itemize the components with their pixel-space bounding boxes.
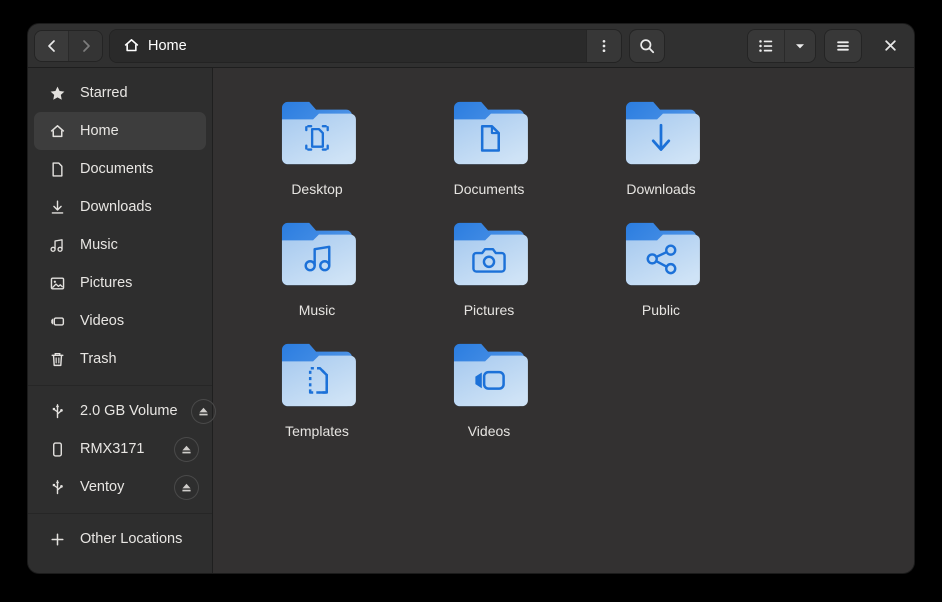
plus-icon (48, 530, 66, 548)
file-name-label: Templates (285, 423, 349, 439)
main-menu-button[interactable] (825, 30, 861, 62)
video-emblem (450, 340, 528, 412)
file-name-label: Pictures (464, 302, 515, 318)
hamburger-menu-icon (834, 37, 852, 55)
view-mode-group (748, 30, 815, 62)
sidebar-separator (28, 385, 212, 386)
sidebar-item-label: Other Locations (80, 531, 206, 547)
music-icon (48, 236, 66, 254)
file-name-label: Downloads (626, 181, 695, 197)
sidebar-item-ventoy[interactable]: Ventoy (34, 468, 206, 506)
file-name-label: Documents (454, 181, 525, 197)
file-manager-window: Home (28, 24, 914, 573)
usb-drive-icon (48, 402, 66, 420)
sidebar-item-label: Documents (80, 161, 206, 177)
forward-button[interactable] (68, 31, 102, 61)
file-item-desktop[interactable]: Desktop (231, 90, 403, 211)
file-name-label: Public (642, 302, 680, 318)
sidebar-item-rmx3171[interactable]: RMX3171 (34, 430, 206, 468)
search-button[interactable] (630, 30, 664, 62)
home-icon (48, 122, 66, 140)
sidebar-item-label: Music (80, 237, 206, 253)
window-body: Starred Home Documents (28, 68, 914, 573)
list-view-button[interactable] (748, 30, 784, 62)
header-bar: Home (28, 24, 914, 68)
file-item-videos[interactable]: Videos (403, 332, 575, 453)
chevron-right-icon (78, 38, 94, 54)
list-view-icon (757, 37, 775, 55)
sidebar-item-trash[interactable]: Trash (34, 340, 206, 378)
file-item-downloads[interactable]: Downloads (575, 90, 747, 211)
search-icon (638, 37, 656, 55)
sidebar-item-label: Ventoy (80, 479, 161, 495)
view-mode-dropdown-button[interactable] (784, 30, 815, 62)
eject-icon (197, 405, 210, 418)
image-icon (48, 274, 66, 292)
sidebar-item-label: RMX3171 (80, 441, 161, 457)
sidebar-item-music[interactable]: Music (34, 226, 206, 264)
sidebar-item-label: Downloads (80, 199, 206, 215)
path-bar: Home (110, 30, 621, 62)
sidebar-item-other-locations[interactable]: Other Locations (34, 520, 206, 558)
sidebar-item-documents[interactable]: Documents (34, 150, 206, 188)
eject-button[interactable] (175, 476, 198, 499)
share-emblem (622, 219, 700, 291)
back-button[interactable] (35, 31, 68, 61)
download-icon (48, 198, 66, 216)
chevron-down-icon (793, 39, 807, 53)
usb-drive-icon (48, 478, 66, 496)
home-icon (123, 37, 140, 54)
file-name-label: Videos (468, 423, 511, 439)
sidebar-item-label: 2.0 GB Volume (80, 403, 178, 419)
eject-icon (180, 443, 193, 456)
sidebar-item-starred[interactable]: Starred (34, 74, 206, 112)
document-icon (48, 160, 66, 178)
sidebar-item-label: Trash (80, 351, 206, 367)
camera-emblem (450, 219, 528, 291)
close-window-button[interactable] (873, 30, 907, 62)
close-icon (883, 38, 898, 53)
sidebar-item-videos[interactable]: Videos (34, 302, 206, 340)
eject-button[interactable] (192, 400, 215, 423)
file-grid-area[interactable]: Desktop Documents (213, 68, 914, 573)
file-name-label: Desktop (291, 181, 342, 197)
download-emblem (622, 98, 700, 170)
sidebar-item-2-0-gb-volume[interactable]: 2.0 GB Volume (34, 392, 206, 430)
path-entry[interactable]: Home (110, 30, 586, 62)
file-item-documents[interactable]: Documents (403, 90, 575, 211)
sidebar-item-label: Starred (80, 85, 206, 101)
phone-icon (48, 440, 66, 458)
file-grid: Desktop Documents (231, 90, 896, 453)
trash-icon (48, 350, 66, 368)
desktop-emblem (278, 98, 356, 170)
navigation-buttons (35, 31, 102, 61)
sidebar-item-downloads[interactable]: Downloads (34, 188, 206, 226)
sidebar-item-label: Videos (80, 313, 206, 329)
sidebar-item-pictures[interactable]: Pictures (34, 264, 206, 302)
sidebar-item-home[interactable]: Home (34, 112, 206, 150)
path-label: Home (148, 38, 187, 54)
file-item-pictures[interactable]: Pictures (403, 211, 575, 332)
chevron-left-icon (44, 38, 60, 54)
file-item-public[interactable]: Public (575, 211, 747, 332)
star-icon (48, 84, 66, 102)
eject-icon (180, 481, 193, 494)
sidebar-item-label: Home (80, 123, 206, 139)
file-item-music[interactable]: Music (231, 211, 403, 332)
eject-button[interactable] (175, 438, 198, 461)
video-icon (48, 312, 66, 330)
music-emblem (278, 219, 356, 291)
document-emblem (450, 98, 528, 170)
template-emblem (278, 340, 356, 412)
file-name-label: Music (299, 302, 336, 318)
three-dots-vertical-icon (596, 38, 612, 54)
file-item-templates[interactable]: Templates (231, 332, 403, 453)
path-menu-button[interactable] (586, 30, 621, 62)
sidebar: Starred Home Documents (28, 68, 213, 573)
sidebar-item-label: Pictures (80, 275, 206, 291)
sidebar-separator (28, 513, 212, 514)
